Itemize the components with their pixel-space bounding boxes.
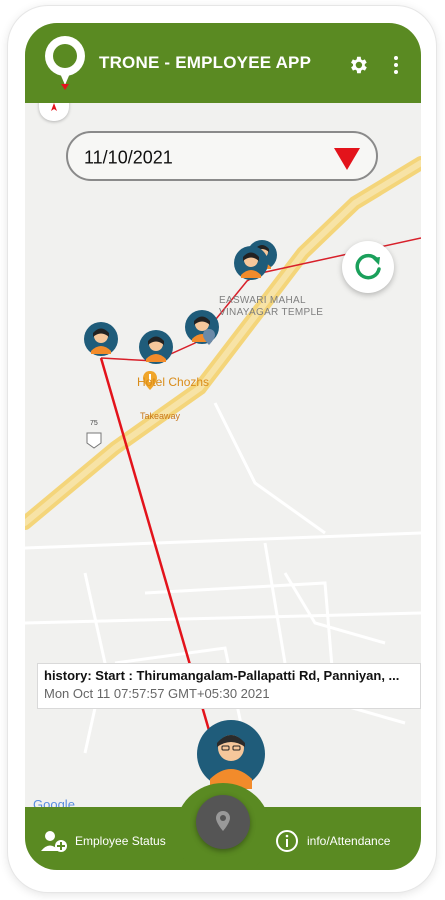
temple-label-line1: EASWARI MAHAL	[219, 295, 306, 306]
app-screen: EASWARI MAHAL VINAYAGAR TEMPLE Hotel Cho…	[25, 23, 421, 870]
selected-employee-avatar[interactable]	[196, 719, 266, 789]
app-bar: TRONE - EMPLOYEE APP	[25, 23, 421, 103]
employee-marker	[234, 246, 268, 280]
info-attendance-label: info/Attendance	[307, 834, 391, 848]
refresh-icon	[355, 253, 381, 280]
add-person-icon	[41, 831, 67, 852]
employee-status-button[interactable]: Employee Status	[41, 829, 166, 853]
info-attendance-button[interactable]: info/Attendance	[275, 829, 390, 853]
more-vert-icon[interactable]	[393, 55, 399, 75]
temple-label-line2: VINAYAGAR TEMPLE	[219, 307, 324, 318]
history-title: history: Start : Thirumangalam-Pallapatt…	[44, 668, 400, 683]
employee-status-label: Employee Status	[75, 834, 166, 848]
location-fab[interactable]	[196, 795, 250, 849]
history-card[interactable]: history: Start : Thirumangalam-Pallapatt…	[37, 663, 421, 709]
refresh-button[interactable]	[342, 241, 394, 293]
info-icon	[276, 830, 298, 852]
hotel-label: Hotel Chozhs	[137, 375, 210, 389]
employee-marker	[185, 310, 219, 344]
caret-down-icon[interactable]	[334, 146, 360, 170]
road-shield-label: 75	[90, 420, 98, 427]
date-picker[interactable]: 11/10/2021	[66, 131, 378, 181]
date-value: 11/10/2021	[84, 147, 173, 168]
location-pin-icon	[216, 811, 230, 831]
logo-pin-icon	[45, 36, 85, 90]
gear-icon[interactable]	[347, 54, 369, 76]
takeaway-label: Takeaway	[140, 411, 181, 421]
employee-marker	[139, 330, 173, 364]
history-timestamp: Mon Oct 11 07:57:57 GMT+05:30 2021	[44, 686, 270, 701]
temple-label: EASWARI MAHAL VINAYAGAR TEMPLE	[219, 295, 323, 319]
app-title: TRONE - EMPLOYEE APP	[99, 53, 312, 72]
employee-marker	[84, 322, 118, 356]
